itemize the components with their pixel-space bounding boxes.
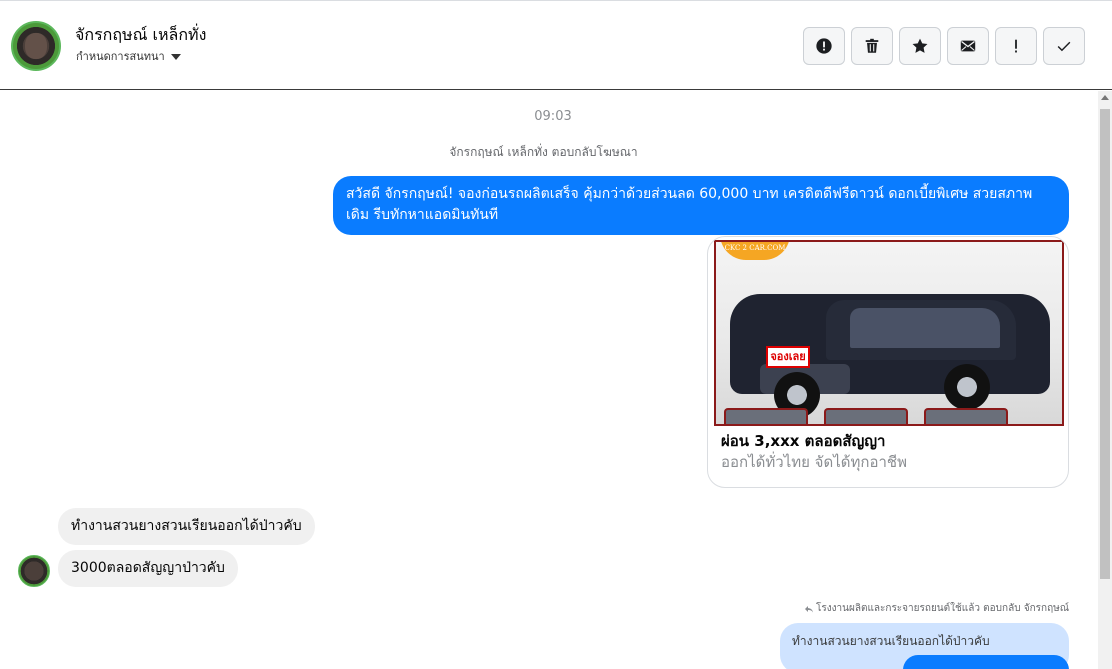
caret-down-icon (170, 53, 181, 60)
truck-image (730, 294, 1050, 418)
ad-image[interactable]: CKC 2 CAR.COM จองเลย (714, 240, 1064, 426)
message-timestamp: 09:03 (534, 109, 572, 124)
mark-done-button[interactable] (1043, 27, 1085, 65)
assign-conversation-dropdown[interactable]: กำหนดการสนทนา (76, 47, 181, 65)
chat-scrollbar[interactable] (1098, 91, 1112, 669)
star-icon (912, 38, 928, 53)
message-thread[interactable]: 09:03 จักรกฤษณ์ เหล็กทั่ง ตอบกลับโฆษณา ส… (0, 91, 1098, 669)
scroll-up-arrow-icon[interactable] (1101, 95, 1109, 100)
incoming-message-bubble[interactable]: ทำงานสวนยางสวนเรียนออกได้ป่าวคับ (58, 508, 315, 545)
sender-avatar[interactable] (18, 555, 50, 587)
ad-thumbnails (724, 408, 1008, 424)
reply-meta: โรงงานผลิตและกระจายรถยนต์ใช้แล้ว ตอบกลับ… (804, 601, 1069, 616)
conversation-header: จักรกฤษณ์ เหล็กทั่ง กำหนดการสนทนา (0, 0, 1112, 90)
exclamation-icon (1015, 39, 1017, 53)
contact-avatar[interactable] (11, 21, 61, 71)
outgoing-reply-bubble[interactable] (903, 655, 1069, 669)
reply-meta-text: โรงงานผลิตและกระจายรถยนต์ใช้แล้ว ตอบกลับ… (816, 603, 1069, 614)
follow-up-button[interactable] (995, 27, 1037, 65)
book-now-stamp: จองเลย (766, 346, 810, 368)
mark-unread-button[interactable] (947, 27, 989, 65)
ad-reply-notice: จักรกฤษณ์ เหล็กทั่ง ตอบกลับโฆษณา (449, 145, 638, 159)
scroll-thumb[interactable] (1100, 109, 1110, 579)
reply-arrow-icon (805, 605, 813, 612)
dealer-logo: CKC 2 CAR.COM (720, 242, 790, 260)
star-button[interactable] (899, 27, 941, 65)
action-toolbar (803, 27, 1085, 65)
ad-card[interactable]: CKC 2 CAR.COM จองเลย ผ่อน 3,xxx ตลอดสัญญ… (707, 236, 1069, 488)
incoming-message-bubble[interactable]: 3000ตลอดสัญญาป่าวคับ (58, 550, 238, 587)
assign-label: กำหนดการสนทนา (76, 50, 165, 63)
check-icon (1057, 41, 1071, 52)
outgoing-message-bubble[interactable]: สวัสดี จักรกฤษณ์! จองก่อนรถผลิตเสร็จ คุ้… (333, 176, 1069, 235)
trash-icon (865, 38, 879, 53)
contact-name[interactable]: จักรกฤษณ์ เหล็กทั่ง (75, 23, 206, 48)
report-button[interactable] (803, 27, 845, 65)
ad-subtitle: ออกได้ทั่วไทย จัดได้ทุกอาชีพ (721, 453, 907, 471)
alert-circle-icon (816, 38, 832, 54)
envelope-icon (960, 40, 976, 52)
delete-button[interactable] (851, 27, 893, 65)
